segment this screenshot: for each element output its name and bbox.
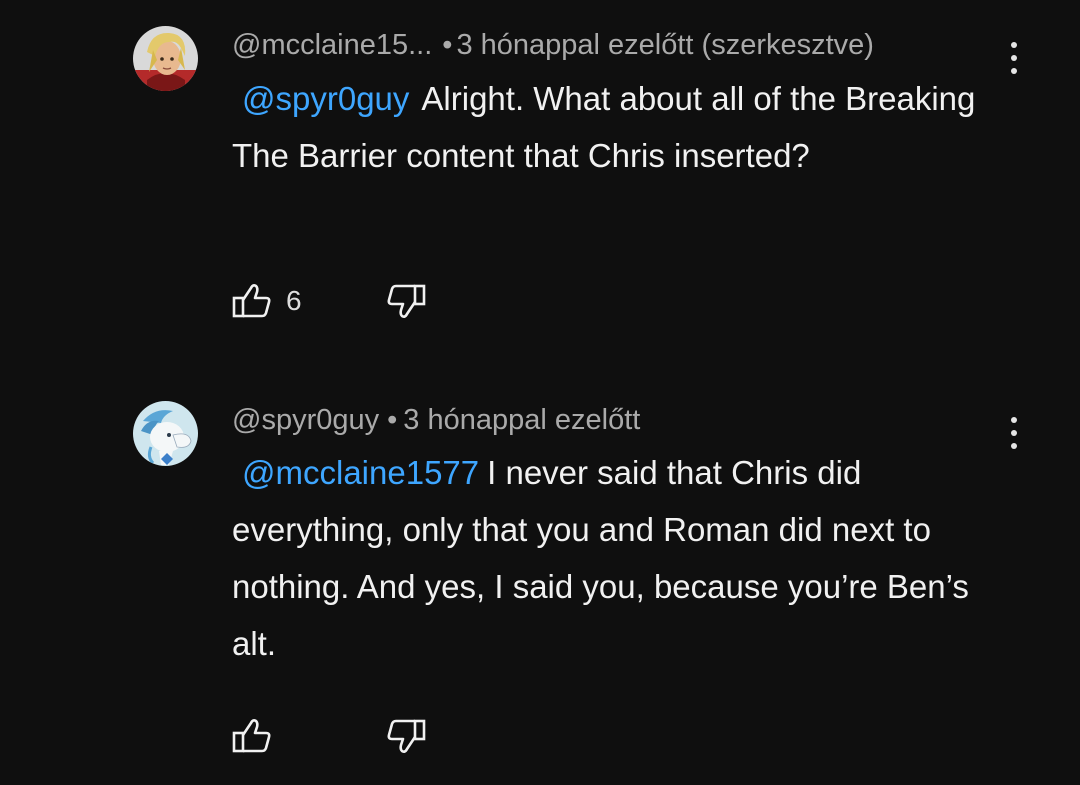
comment-text: @mcclaine1577 I never said that Chris did… [232,444,1022,672]
mention-link[interactable]: @spyr0guy [242,80,409,117]
dislike-button[interactable] [386,282,426,320]
comment-author[interactable]: @mcclaine15... [232,29,432,61]
comment-actions: 6 [232,281,426,321]
avatar[interactable] [133,401,198,466]
comment-actions [232,716,426,756]
avatar[interactable] [133,26,198,91]
comment-timestamp[interactable]: 3 hónappal ezelőtt [403,404,640,436]
comment-item: @mcclaine15... • 3 hónappal ezelőtt (szerk… [0,0,1080,380]
comment-author[interactable]: @spyr0guy [232,404,379,436]
cartoon-pony-avatar-icon [133,401,198,466]
like-button[interactable]: 6 [232,282,386,320]
mention-link[interactable]: @mcclaine1577 [242,454,479,491]
anime-character-avatar-icon [133,26,198,91]
comment-item: @spyr0guy • 3 hónappal ezelőtt @mcclaine15… [0,380,1080,785]
comment-timestamp[interactable]: 3 hónappal ezelőtt (szerkesztve) [456,29,874,61]
thumbs-up-icon [232,719,271,753]
comment-text: @spyr0guy Alright. What about all of the … [232,70,1022,184]
thumbs-up-icon [232,284,271,318]
meta-separator: • [387,404,398,436]
comment-meta: @spyr0guy • 3 hónappal ezelőtt [232,402,640,438]
dislike-button[interactable] [386,717,426,755]
thumbs-down-icon [387,284,426,318]
thumbs-down-icon [387,719,426,753]
like-button[interactable] [232,717,386,755]
comment-meta: @mcclaine15... • 3 hónappal ezelőtt (szerk… [232,27,874,63]
like-count: 6 [286,285,302,316]
meta-separator: • [442,29,453,61]
